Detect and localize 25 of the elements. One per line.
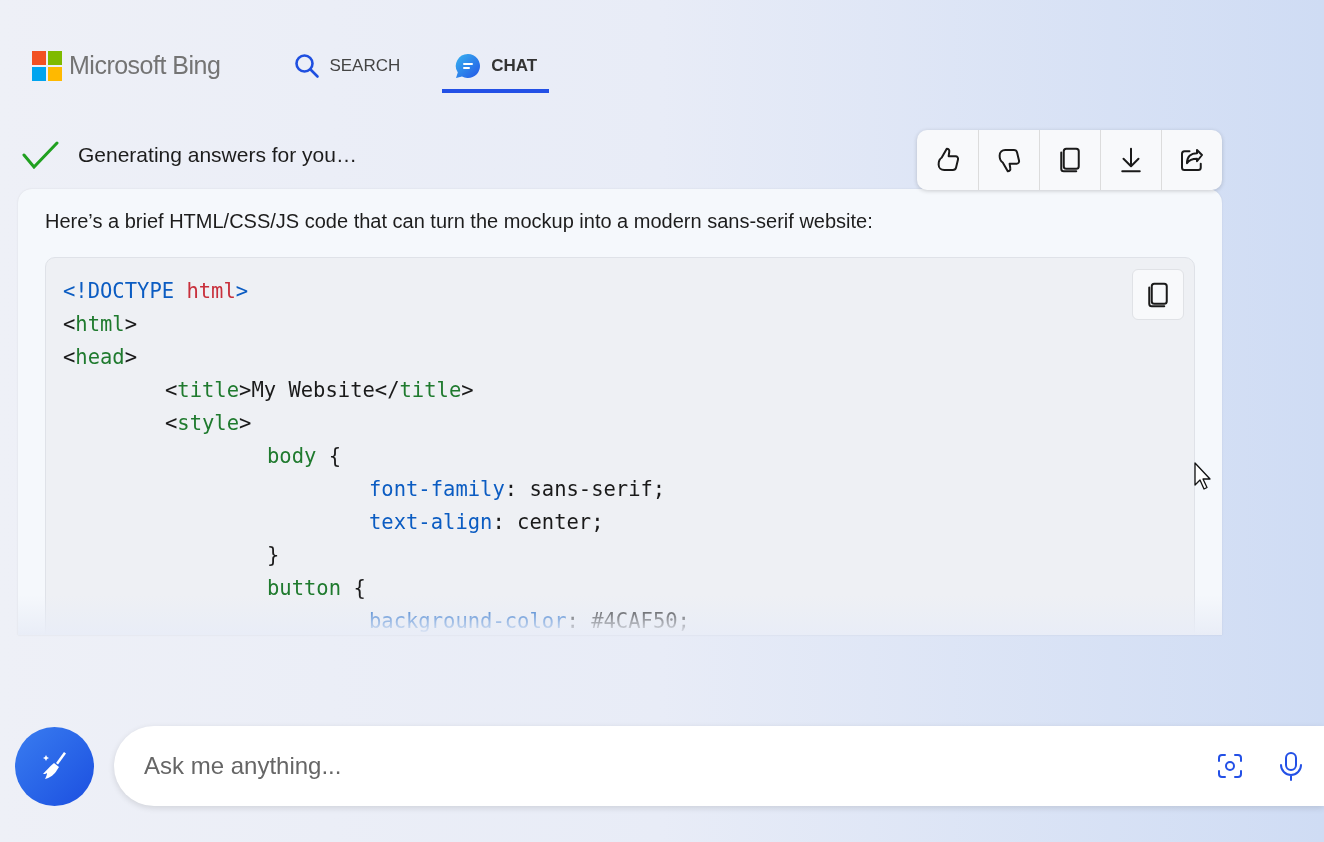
code-line: <title>My Website</title>: [165, 377, 474, 404]
microphone-icon[interactable]: [1278, 751, 1304, 781]
code-line: button {: [267, 575, 366, 602]
mouse-pointer-icon: [1194, 462, 1212, 490]
code-line: font-family: sans-serif;: [369, 476, 666, 503]
logo-icon: [32, 50, 62, 81]
code-line: <html>: [63, 311, 138, 338]
chat-input-bar[interactable]: Ask me anything...: [114, 726, 1324, 806]
code-line: }: [267, 542, 280, 569]
logo-text: Microsoft Bing: [69, 50, 221, 81]
camera-search-icon[interactable]: [1216, 752, 1244, 780]
code-line: <head>: [63, 344, 138, 371]
status-text: Generating answers for you…: [78, 142, 357, 169]
code-line: <style>: [165, 410, 252, 437]
code-line: background-color: #4CAF50;: [369, 608, 690, 635]
chat-bubble-icon: [454, 52, 483, 80]
search-icon: [294, 53, 321, 79]
nav-tab[interactable]: SEARCH: [282, 43, 413, 93]
nav-tab[interactable]: CHAT: [442, 43, 550, 93]
code-line: text-align: center;: [369, 509, 604, 536]
chat-input[interactable]: Ask me anything...: [144, 748, 1216, 784]
code-line: body {: [267, 443, 342, 470]
copy-code-button[interactable]: [1132, 269, 1184, 320]
answer-text: Here’s a brief HTML/CSS/JS code that can turn the mockup into a modern sans-serif website:: [45, 209, 874, 233]
code-line: <!DOCTYPE html>: [63, 278, 249, 305]
